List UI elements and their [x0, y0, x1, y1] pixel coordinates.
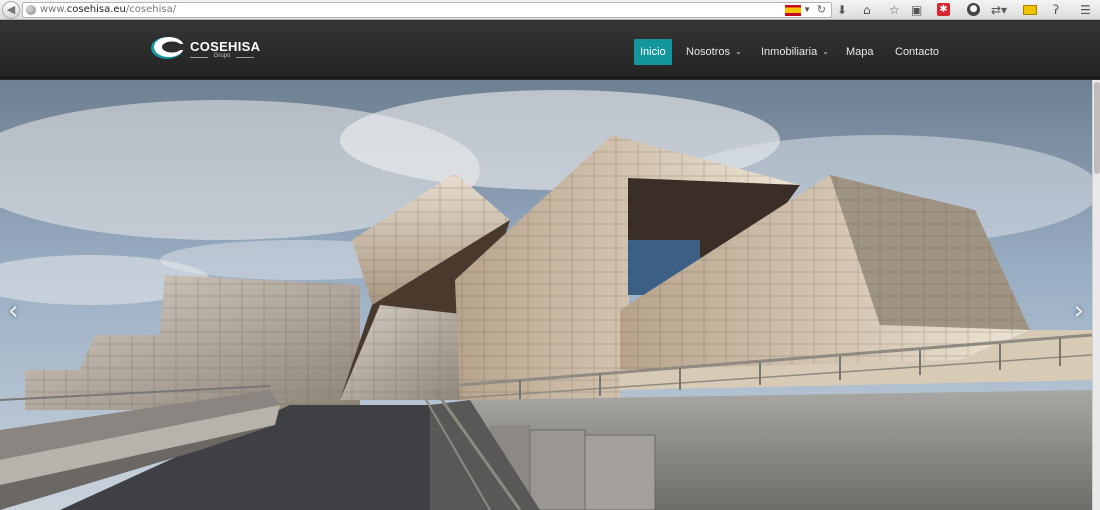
nav-item-nosotros[interactable]: Nosotros ⌄ [686, 39, 742, 65]
nav-item-inicio[interactable]: Inicio [634, 39, 672, 65]
globe-icon [26, 5, 36, 15]
browser-toolbar: ◀ www.cosehisa.eu/cosehisa/ ▼ ↻ ⬇ ⌂ ☆ ▣ … [0, 0, 1100, 20]
addon-dark-icon[interactable]: ● [967, 3, 980, 16]
nav-item-contacto[interactable]: Contacto [895, 39, 939, 65]
prev-arrow-icon[interactable]: ‹ [8, 296, 18, 326]
scrollbar-thumb[interactable] [1094, 82, 1100, 174]
site-navbar: COSEHISA Grupo Inicio Nosotros ⌄ Inmobili… [0, 21, 1100, 79]
addon-red-icon[interactable]: ✱ [937, 3, 950, 16]
next-arrow-icon[interactable]: › [1074, 296, 1084, 326]
logo-mark-icon [151, 37, 188, 59]
logo[interactable]: COSEHISA Grupo [150, 35, 260, 65]
url-text: www.cosehisa.eu/cosehisa/ [40, 4, 177, 15]
flag-es-icon[interactable] [785, 5, 801, 16]
back-button[interactable]: ◀ [2, 1, 20, 19]
hero-slider: ‹ › [0, 80, 1092, 510]
page-scrollbar[interactable] [1092, 80, 1100, 510]
caret-down-icon: ⌄ [735, 47, 742, 56]
caret-down-icon: ⌄ [822, 47, 829, 56]
logo-name: COSEHISA [190, 39, 261, 54]
addon-question-icon[interactable]: ʔ [1053, 1, 1059, 19]
clipboard-icon[interactable]: ▣ [911, 1, 922, 19]
addon-yellow-icon[interactable] [1023, 5, 1037, 15]
home-icon[interactable]: ⌂ [863, 1, 871, 19]
menu-icon[interactable]: ☰ [1080, 1, 1091, 19]
nav-item-inmobiliaria[interactable]: Inmobiliaria ⌄ [761, 39, 829, 65]
address-bar[interactable]: www.cosehisa.eu/cosehisa/ ▼ ↻ [22, 2, 832, 18]
dropdown-icon[interactable]: ▼ [803, 5, 811, 14]
logo-subtitle: Grupo [190, 53, 254, 59]
bookmark-star-icon[interactable]: ☆ [889, 1, 900, 19]
addon-arrows-icon[interactable]: ⇄▾ [991, 1, 1007, 19]
hero-image [0, 80, 1092, 510]
nav-item-mapa[interactable]: Mapa [846, 39, 874, 65]
download-icon[interactable]: ⬇ [837, 1, 847, 19]
reload-icon[interactable]: ↻ [817, 3, 826, 16]
